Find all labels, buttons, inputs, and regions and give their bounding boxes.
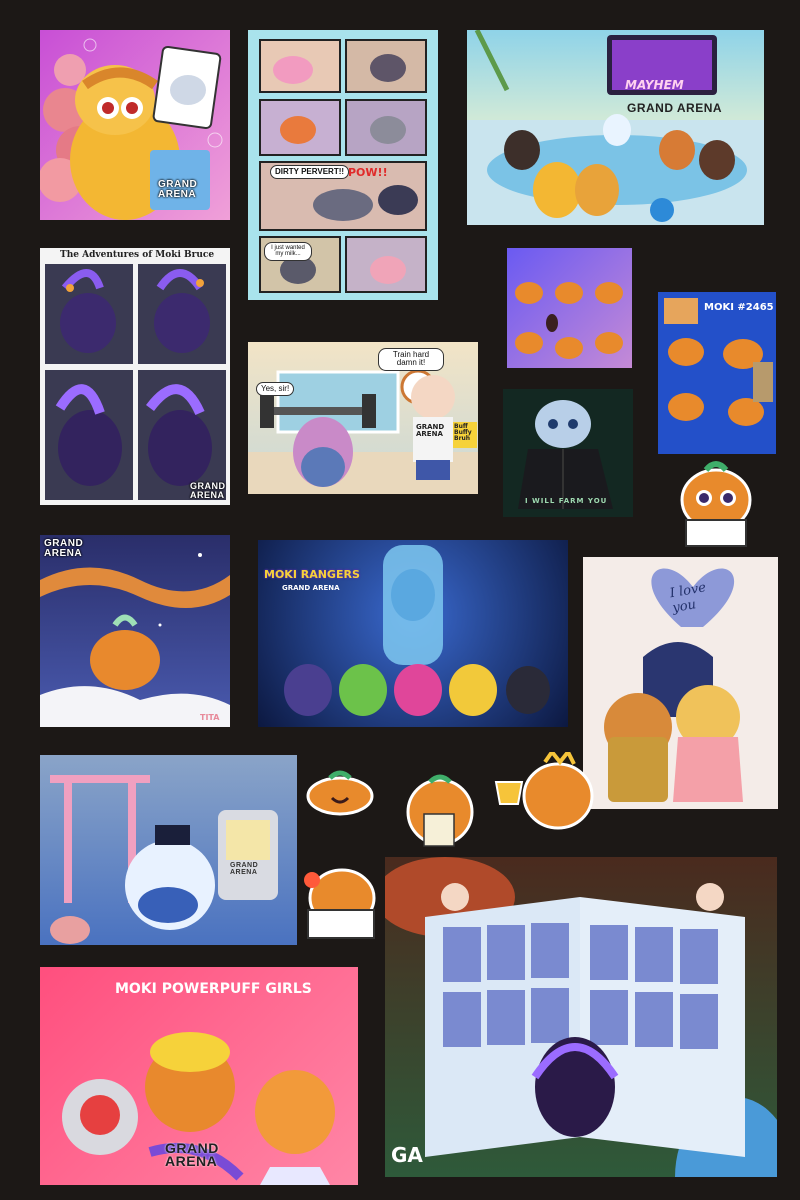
artwork-powerpuff[interactable]: MOKI POWERPUFF GIRLS GRAND ARENA <box>40 967 358 1185</box>
moki-rangers-title: MOKI RANGERS <box>264 568 360 581</box>
artwork-comic-page[interactable]: DIRTY PERVERT!! POW!! I just wanted my m… <box>248 30 438 300</box>
sticker-moki-note[interactable] <box>400 772 482 852</box>
sticker-sheet-mokis <box>515 282 623 359</box>
sticker-moki-cheer[interactable] <box>300 768 380 816</box>
gym-bubble-right: Train hard damn it! <box>378 348 444 371</box>
sticker-moki-trophy-art <box>494 748 594 830</box>
card-book-badge: GA <box>391 1143 423 1167</box>
artwork-moki-bruce[interactable]: The Adventures of Moki Bruce GRAND ARENA <box>40 248 230 505</box>
gym-bubble-left: Yes, sir! <box>256 382 295 397</box>
gym-shirt-text: GRAND ARENA <box>416 423 445 438</box>
artwork-card-book[interactable]: GA <box>385 857 777 1177</box>
comic-bubble-pervert: DIRTY PERVERT!! <box>270 165 350 180</box>
artwork-sticker-sheet[interactable] <box>507 248 632 368</box>
party-badge: GRAND ARENA <box>627 101 723 115</box>
moki-bruce-badge: GRAND ARENA <box>190 481 226 500</box>
powerpuff-badge: GRAND ARENA <box>165 1140 219 1170</box>
moki-card-stickers <box>664 298 773 426</box>
snow-run-badge: GRAND ARENA <box>44 538 84 559</box>
sticker-moki-sign[interactable] <box>666 458 766 550</box>
dark-cat-caption: I WILL FARM YOU <box>525 497 608 505</box>
comic-pow-text: POW!! <box>348 166 388 179</box>
sticker-moki-board-art <box>304 868 376 939</box>
artwork-party-scene[interactable]: MAYHEM GRAND ARENA <box>467 30 764 225</box>
moki-rangers-subtitle: GRAND ARENA <box>282 584 340 592</box>
snow-run-illustration <box>40 553 230 727</box>
artwork-moki-card[interactable]: MOKI #2465 <box>658 292 776 454</box>
torii-machine-text: GRAND ARENA <box>230 862 259 876</box>
sticker-moki-trophy[interactable] <box>490 748 600 838</box>
powerpuff-title: MOKI POWERPUFF GIRLS <box>115 981 312 997</box>
artwork-snow-run[interactable]: GRAND ARENA TITA <box>40 535 230 727</box>
moki-bruce-panels <box>45 264 226 500</box>
artwork-dark-cat[interactable]: I WILL FARM YOU <box>503 389 633 517</box>
artwork-gacha-moki[interactable]: GRAND ARENA <box>40 30 230 220</box>
sticker-moki-cheer-art <box>306 770 374 816</box>
party-illustration <box>467 30 764 225</box>
sticker-moki-note-art <box>406 774 474 847</box>
torii-illustration <box>50 775 278 944</box>
gacha-badge: GRAND ARENA <box>158 179 198 200</box>
sticker-moki-board[interactable] <box>298 862 384 942</box>
gym-sign-text: Buff Buffy Bruh <box>454 423 472 442</box>
comic-bubble-milk: I just wanted my milk... <box>264 242 312 261</box>
snow-run-signature: TITA <box>200 713 220 722</box>
card-book-illustration <box>385 857 777 1177</box>
artwork-gym-scene[interactable]: Yes, sir! Train hard damn it! Buff Buffy… <box>248 342 478 494</box>
party-screen-text: MAYHEM <box>625 78 684 92</box>
artwork-moki-rangers[interactable]: MOKI RANGERS GRAND ARENA <box>258 540 568 727</box>
sticker-moki-sign-art <box>680 461 752 547</box>
artwork-torii-scene[interactable]: GRAND ARENA <box>40 755 297 945</box>
artwork-love-scene[interactable]: I love you <box>583 557 778 809</box>
